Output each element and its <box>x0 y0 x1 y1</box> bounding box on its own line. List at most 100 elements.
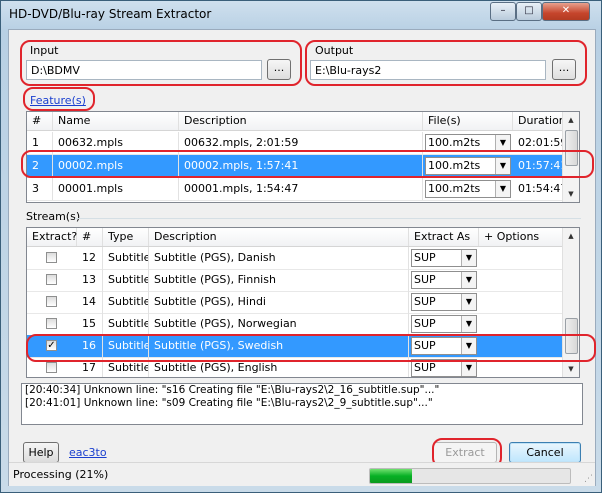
chevron-down-icon[interactable]: ▼ <box>461 250 476 266</box>
col-name[interactable]: Name <box>53 112 179 130</box>
chevron-down-icon[interactable]: ▼ <box>495 181 510 197</box>
minimize-button[interactable]: – <box>490 2 516 21</box>
chevron-down-icon[interactable]: ▼ <box>461 294 476 310</box>
feature-duration: 01:57:41 <box>518 159 563 172</box>
chevron-down-icon[interactable]: ▼ <box>495 135 510 151</box>
extract-as-dropdown[interactable]: SUP ▼ <box>411 359 477 377</box>
col-extract[interactable]: Extract? <box>27 228 77 246</box>
stream-options[interactable] <box>479 269 563 291</box>
feature-number: 2 <box>27 155 53 177</box>
streams-label: Stream(s) <box>26 210 81 223</box>
progress-fill <box>370 469 412 483</box>
output-path-field[interactable]: E:\Blu-rays2 <box>310 60 546 80</box>
extract-checkbox[interactable] <box>46 274 57 285</box>
extract-as-dropdown[interactable]: SUP ▼ <box>411 249 477 267</box>
log-line: [20:40:34] Unknown line: "s16 Creating f… <box>25 384 440 396</box>
extract-as-value: SUP <box>414 317 436 330</box>
chevron-down-icon[interactable]: ▼ <box>461 338 476 354</box>
streams-grid[interactable]: Extract? # Type Description Extract As +… <box>26 227 580 378</box>
app-window: HD-DVD/Blu-ray Stream Extractor – □ ✕ In… <box>0 0 602 493</box>
input-path-field[interactable]: D:\BDMV <box>26 60 262 80</box>
input-browse-button[interactable]: ... <box>267 59 291 80</box>
stream-options[interactable] <box>479 291 563 313</box>
stream-type: Subtitle <box>103 335 149 357</box>
extract-checkbox[interactable] <box>46 362 57 373</box>
extract-checkbox[interactable] <box>46 296 57 307</box>
status-text: Processing (21%) <box>13 468 109 481</box>
col-stream-description[interactable]: Description <box>149 228 409 246</box>
stream-type: Subtitle <box>103 269 149 291</box>
title-bar[interactable]: HD-DVD/Blu-ray Stream Extractor – □ ✕ <box>1 1 601 28</box>
features-grid[interactable]: # Name Description File(s) Duration 1 00… <box>26 111 580 203</box>
chevron-down-icon[interactable]: ▼ <box>495 158 510 174</box>
features-link[interactable]: Feature(s) <box>30 94 86 107</box>
feature-description: 00632.mpls, 2:01:59 <box>179 132 423 154</box>
stream-options[interactable] <box>479 357 563 377</box>
chevron-down-icon[interactable]: ▼ <box>461 316 476 332</box>
features-scrollbar[interactable]: ▲ ▼ <box>562 112 579 202</box>
feature-row-selected[interactable]: 2 00002.mpls 00002.mpls, 1:57:41 100.m2t… <box>27 155 563 178</box>
output-browse-button[interactable]: ... <box>552 59 576 80</box>
stream-number: 17 <box>77 357 103 377</box>
col-number[interactable]: # <box>27 112 53 130</box>
extract-as-dropdown[interactable]: SUP ▼ <box>411 293 477 311</box>
feature-row[interactable]: 3 00001.mpls 00001.mpls, 1:54:47 100.m2t… <box>27 178 563 201</box>
col-files[interactable]: File(s) <box>423 112 513 130</box>
col-options[interactable]: + Options <box>479 228 563 246</box>
stream-options[interactable] <box>479 313 563 335</box>
stream-number: 16 <box>77 335 103 357</box>
close-button[interactable]: ✕ <box>542 2 590 21</box>
stream-options[interactable] <box>479 335 563 357</box>
stream-row-selected[interactable]: ✓ 16 Subtitle Subtitle (PGS), Swedish SU… <box>27 335 563 358</box>
feature-duration: 02:01:59 <box>518 136 563 149</box>
feature-name: 00002.mpls <box>53 155 179 177</box>
extract-as-dropdown[interactable]: SUP ▼ <box>411 271 477 289</box>
scroll-up-icon[interactable]: ▲ <box>563 228 579 244</box>
extract-checkbox[interactable] <box>46 318 57 329</box>
col-stream-number[interactable]: # <box>77 228 103 246</box>
feature-files-dropdown[interactable]: 100.m2ts ▼ <box>425 157 511 175</box>
col-duration[interactable]: Duration <box>513 112 566 130</box>
col-extract-as[interactable]: Extract As <box>409 228 479 246</box>
extract-checkbox[interactable] <box>46 252 57 263</box>
feature-files-value: 100.m2ts <box>428 182 481 195</box>
stream-type: Subtitle <box>103 247 149 269</box>
stream-number: 12 <box>77 247 103 269</box>
scroll-down-icon[interactable]: ▼ <box>563 186 579 202</box>
scroll-thumb[interactable] <box>565 130 578 166</box>
stream-description: Subtitle (PGS), Danish <box>149 247 409 269</box>
scroll-down-icon[interactable]: ▼ <box>563 361 579 377</box>
feature-files-dropdown[interactable]: 100.m2ts ▼ <box>425 134 511 152</box>
streams-scrollbar[interactable]: ▲ ▼ <box>562 228 579 377</box>
maximize-button[interactable]: □ <box>516 2 542 21</box>
stream-row[interactable]: 12 Subtitle Subtitle (PGS), Danish SUP ▼ <box>27 247 563 270</box>
chevron-down-icon[interactable]: ▼ <box>461 360 476 376</box>
log-line: [20:41:01] Unknown line: "s09 Creating f… <box>25 397 433 409</box>
status-bar: Processing (21%) ⋰ <box>9 462 595 486</box>
stream-row[interactable]: 17 Subtitle Subtitle (PGS), English SUP ▼ <box>27 357 563 377</box>
feature-name: 00001.mpls <box>53 178 179 200</box>
cancel-button[interactable]: Cancel <box>509 442 581 463</box>
extract-as-value: SUP <box>414 295 436 308</box>
col-description[interactable]: Description <box>179 112 423 130</box>
extract-as-dropdown[interactable]: SUP ▼ <box>411 315 477 333</box>
feature-files-dropdown[interactable]: 100.m2ts ▼ <box>425 180 511 198</box>
col-type[interactable]: Type <box>103 228 149 246</box>
log-output[interactable]: [20:40:34] Unknown line: "s16 Creating f… <box>21 383 583 425</box>
scroll-thumb[interactable] <box>565 318 578 354</box>
eac3to-link[interactable]: eac3to <box>69 446 107 459</box>
output-label: Output <box>315 44 354 57</box>
stream-options[interactable] <box>479 247 563 269</box>
extract-as-dropdown[interactable]: SUP ▼ <box>411 337 477 355</box>
extract-checkbox-checked[interactable]: ✓ <box>46 340 57 351</box>
window-title: HD-DVD/Blu-ray Stream Extractor <box>9 7 212 21</box>
stream-row[interactable]: 15 Subtitle Subtitle (PGS), Norwegian SU… <box>27 313 563 336</box>
scroll-up-icon[interactable]: ▲ <box>563 112 579 128</box>
help-button[interactable]: Help <box>23 442 59 463</box>
stream-row[interactable]: 14 Subtitle Subtitle (PGS), Hindi SUP ▼ <box>27 291 563 314</box>
extract-button[interactable]: Extract <box>433 442 497 463</box>
chevron-down-icon[interactable]: ▼ <box>461 272 476 288</box>
feature-row[interactable]: 1 00632.mpls 00632.mpls, 2:01:59 100.m2t… <box>27 132 563 155</box>
resize-grip-icon[interactable]: ⋰ <box>584 474 593 484</box>
stream-row[interactable]: 13 Subtitle Subtitle (PGS), Finnish SUP ▼ <box>27 269 563 292</box>
